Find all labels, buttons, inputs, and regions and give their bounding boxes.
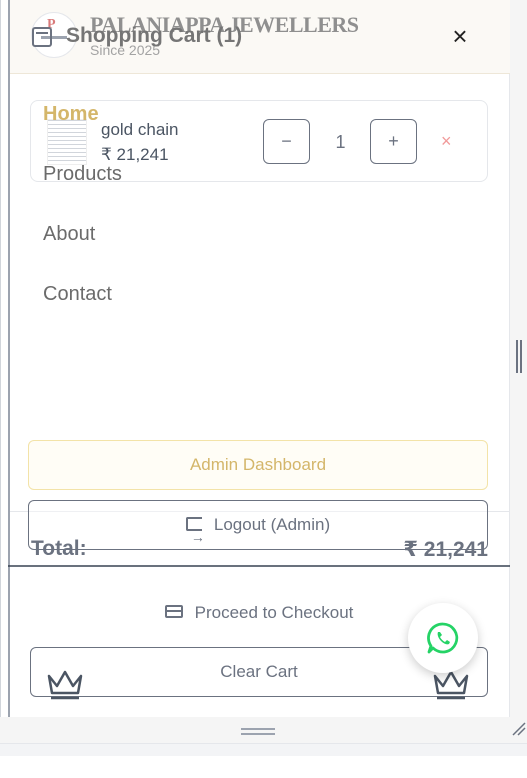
resize-grip-icon[interactable] [512,722,526,736]
shopping-cart-icon [32,27,52,47]
crown-icon [433,670,469,700]
cart-title: Shopping Cart (1) [66,24,243,47]
scrollbar-handle[interactable] [516,340,522,373]
increase-quantity-button[interactable]: + [370,119,417,164]
total-label: Total: [31,537,87,560]
panel-bottom-edge [8,565,510,567]
remove-item-button[interactable]: × [441,131,452,152]
whatsapp-chat-button[interactable] [408,603,478,673]
logout-icon [185,513,205,561]
item-quantity: 1 [335,132,346,152]
drag-handle[interactable] [241,728,275,735]
bottom-bar-inner [0,756,527,778]
item-price: ₹ 21,241 [101,145,169,164]
item-name: gold chain [101,120,179,139]
whatsapp-icon [427,622,459,654]
bottom-bar [0,743,527,778]
decrease-quantity-button[interactable]: − [263,119,310,164]
checkout-label: Proceed to Checkout [194,603,354,622]
logout-label: Logout (Admin) [213,515,331,534]
nav-products[interactable]: Products [43,163,122,186]
nav-contact[interactable]: Contact [43,283,112,306]
admin-dashboard-button[interactable]: Admin Dashboard [28,440,488,490]
nav-home[interactable]: Home [43,103,99,126]
credit-card-icon [164,605,183,618]
page: P PALANIAPPA JEWELLERS Since 2025 Shoppi… [0,0,527,778]
nav-about[interactable]: About [43,223,95,246]
total-value: ₹ 21,241 [403,538,488,561]
frame-edge [8,0,10,717]
close-cart-button[interactable]: × [446,22,474,50]
crown-icon [47,670,83,700]
